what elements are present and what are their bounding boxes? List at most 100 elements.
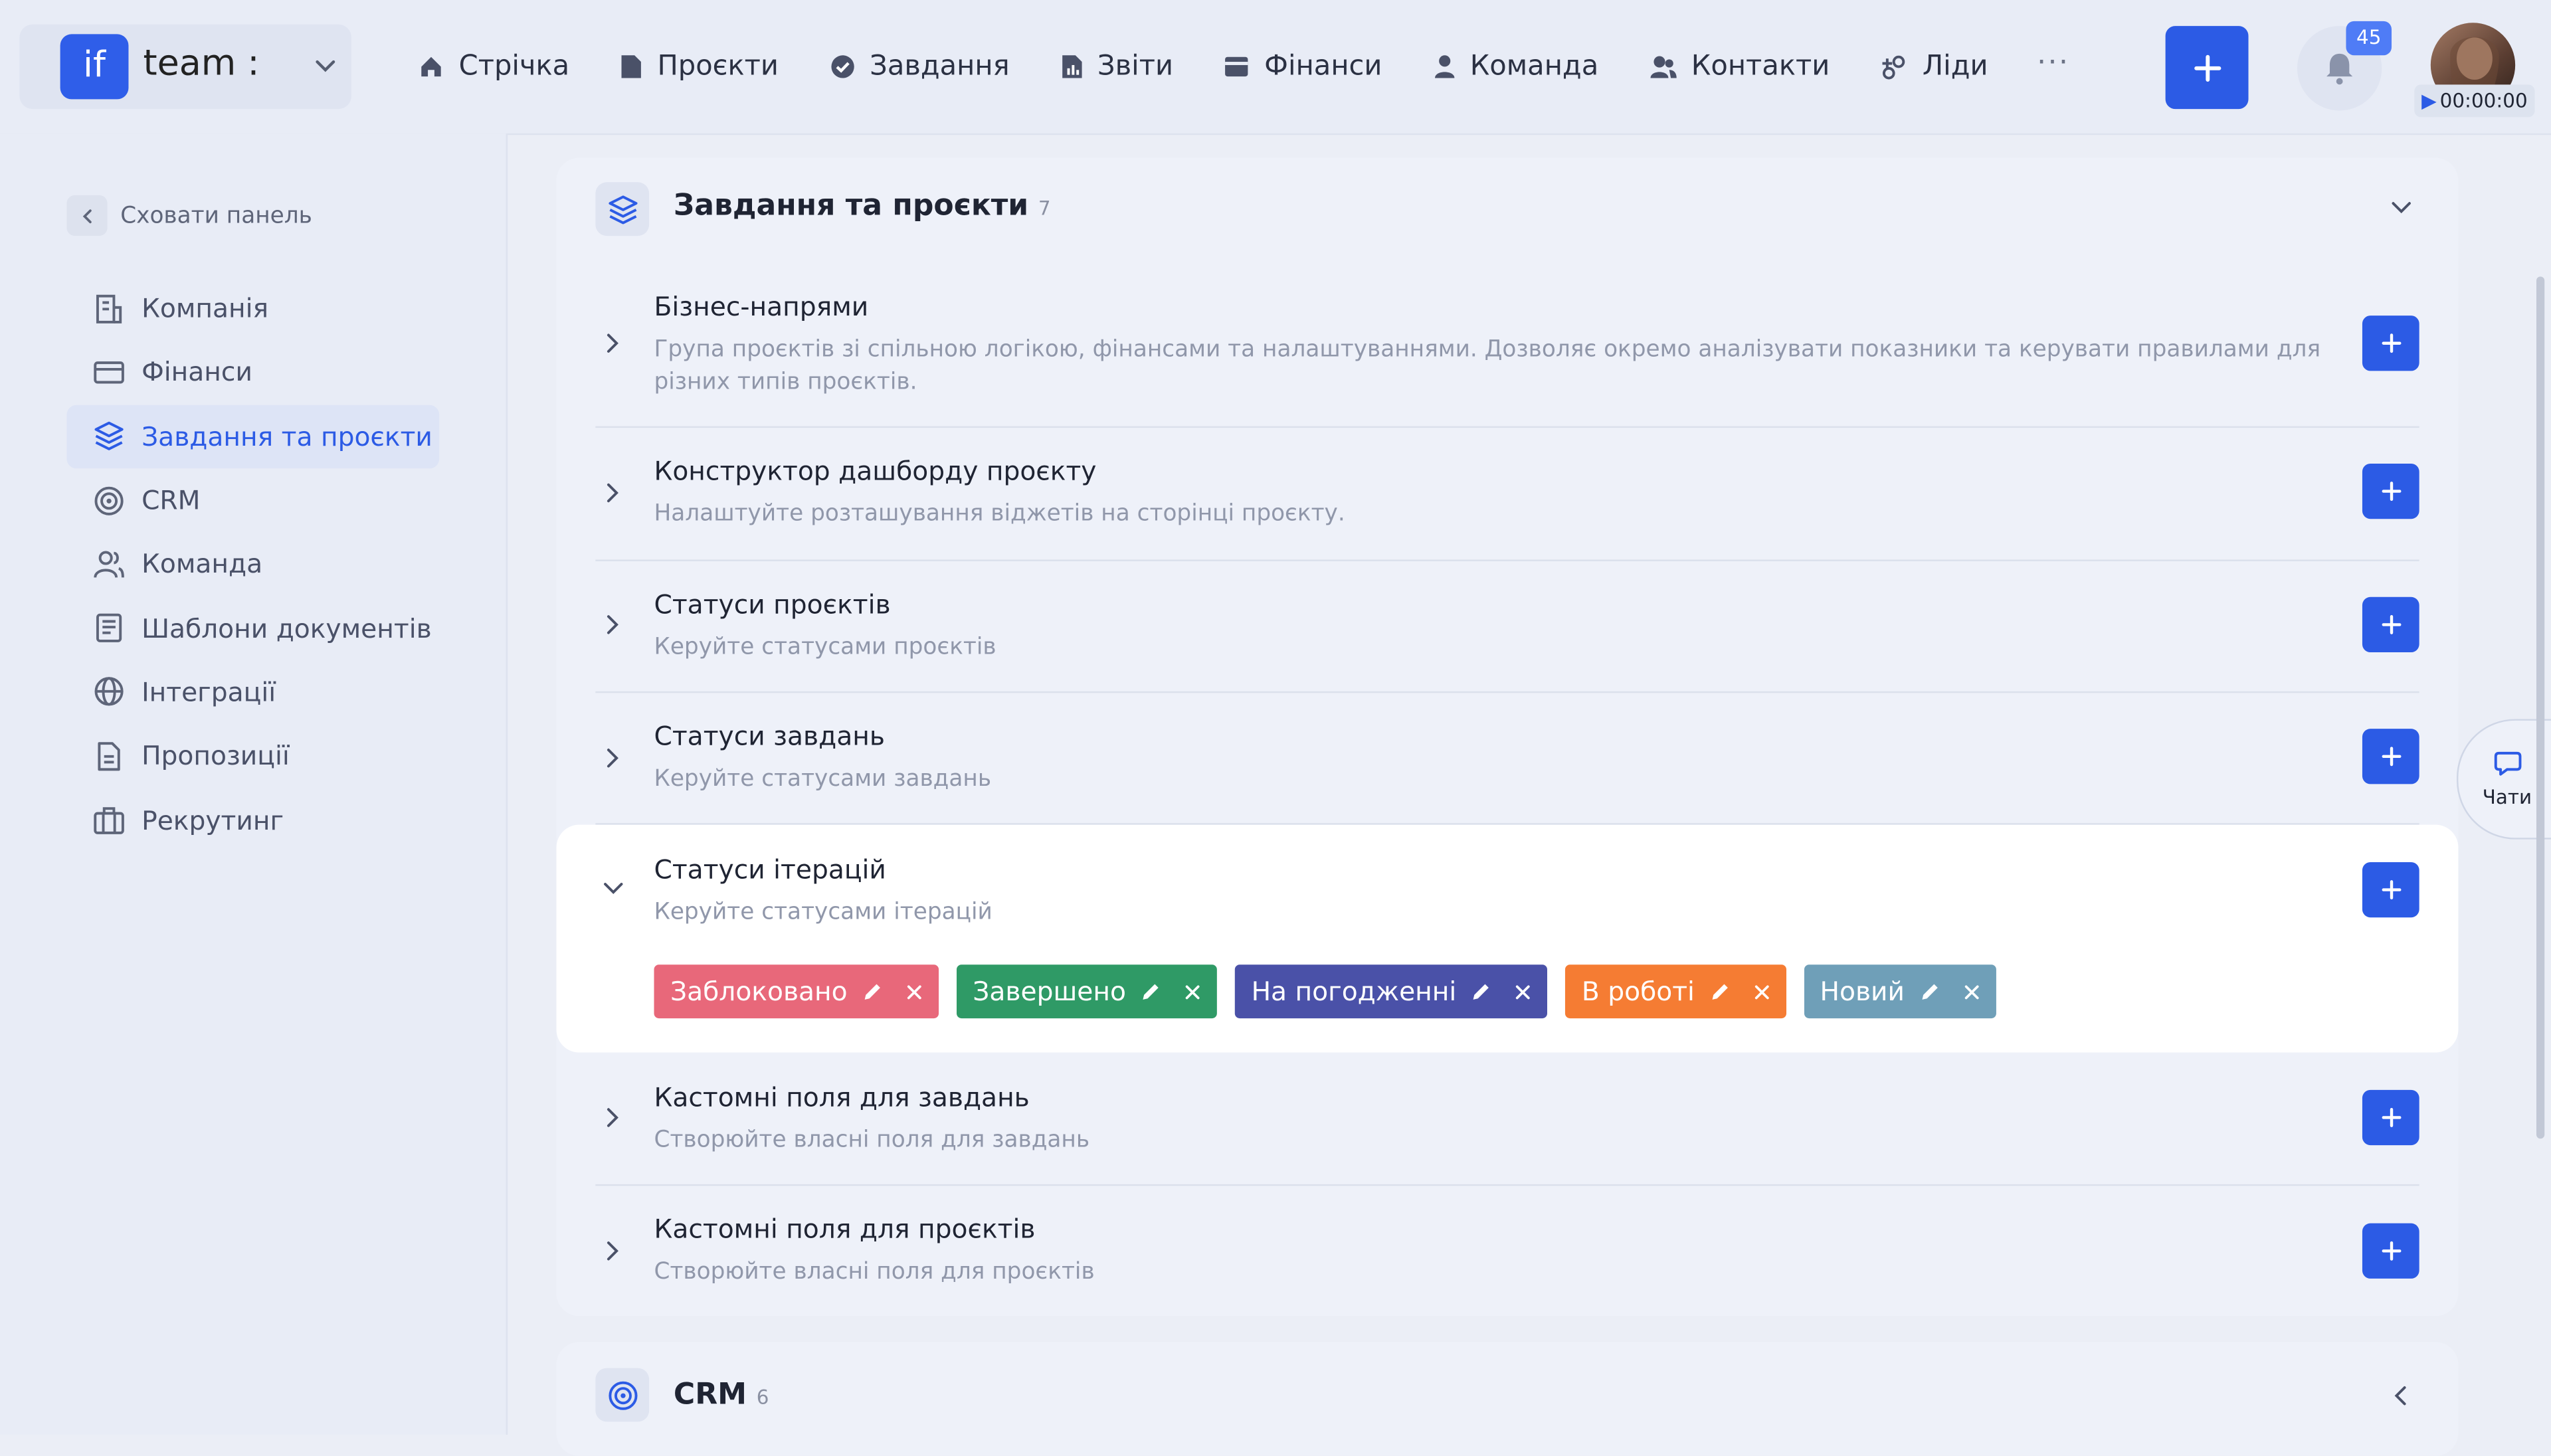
nav-item-label: Команда: [1469, 50, 1599, 83]
sidebar-item-integrations[interactable]: Інтеграції: [66, 660, 439, 724]
section-title: CRM 6: [674, 1378, 769, 1411]
settings-row-dashboard-builder[interactable]: Конструктор дашборду проєкту Налаштуйте …: [595, 428, 2419, 561]
plus-icon: [2381, 1241, 2401, 1261]
status-chip[interactable]: Новий: [1804, 964, 1996, 1019]
settings-row-project-statuses[interactable]: Статуси проєктів Керуйте статусами проєк…: [595, 561, 2419, 693]
sidebar-item-recruiting[interactable]: Рекрутинг: [66, 788, 439, 852]
add-button[interactable]: [2362, 1223, 2419, 1279]
row-description: Керуйте статусами ітерацій: [654, 899, 992, 926]
team-icon: [94, 551, 124, 578]
chevron-down-icon: [604, 883, 623, 895]
status-label: Заблоковано: [670, 976, 848, 1007]
nav-item-tasks[interactable]: Завдання: [814, 39, 1024, 94]
add-button[interactable]: [2362, 463, 2419, 519]
bell-icon: [2326, 53, 2353, 85]
nav-item-projects[interactable]: Проєкти: [605, 39, 793, 94]
status-chip[interactable]: В роботі: [1565, 964, 1786, 1019]
add-button[interactable]: [2362, 729, 2419, 784]
workspace-switcher[interactable]: if team :: [19, 24, 351, 110]
edit-icon[interactable]: [1141, 981, 1162, 1002]
section-title: Завдання та проєкти 7: [674, 189, 1051, 223]
sidebar-item-label: Шаблони документів: [142, 612, 432, 644]
sidebar-item-team[interactable]: Команда: [66, 532, 439, 596]
add-button[interactable]: [2362, 316, 2419, 371]
chevron-right-icon: [607, 1241, 618, 1261]
notifications-badge: 45: [2346, 21, 2392, 56]
time-tracker[interactable]: ▶ 00:00:00: [2414, 84, 2535, 118]
close-icon[interactable]: [906, 983, 922, 999]
edit-icon[interactable]: [1919, 981, 1940, 1002]
nav-item-team[interactable]: Команда: [1418, 39, 1613, 94]
main-scrollbar[interactable]: [2536, 276, 2545, 1139]
chevron-right-icon: [607, 483, 618, 503]
nav-item-label: Звіти: [1097, 50, 1174, 83]
settings-row-iteration-statuses[interactable]: Статуси ітерацій Керуйте статусами ітера…: [595, 825, 2419, 1053]
nav-item-reports[interactable]: Звіти: [1046, 39, 1188, 94]
nav-more-button[interactable]: ···: [2024, 39, 2083, 94]
check-circle-icon: [830, 55, 854, 78]
sidebar-item-finance[interactable]: Фінанси: [66, 341, 439, 405]
nav-item-leads[interactable]: Ліди: [1865, 39, 2002, 94]
nav-item-label: Проєкти: [657, 50, 779, 83]
status-chip[interactable]: Завершено: [956, 964, 1218, 1019]
settings-row-task-statuses[interactable]: Статуси завдань Керуйте статусами завдан…: [595, 693, 2419, 825]
home-icon: [421, 56, 441, 77]
row-description: Керуйте статусами проєктів: [654, 634, 996, 661]
add-button[interactable]: [2362, 862, 2419, 918]
nav-item-feed[interactable]: Стрічка: [403, 39, 584, 94]
section-count: 7: [1038, 197, 1051, 220]
sidebar-item-company[interactable]: Компанія: [66, 276, 439, 340]
status-chip[interactable]: Заблоковано: [654, 964, 939, 1019]
company-icon: [96, 294, 122, 323]
settings-row-task-custom-fields[interactable]: Кастомні поля для завдань Створюйте влас…: [595, 1054, 2419, 1186]
sidebar-item-crm[interactable]: CRM: [66, 468, 439, 532]
sidebar-item-label: Фінанси: [142, 357, 252, 388]
row-title: Бізнес-напрями: [654, 291, 869, 322]
chat-icon: [2494, 751, 2522, 775]
globe-icon: [94, 678, 124, 707]
sidebar-item-tasks-projects[interactable]: Завдання та проєкти: [66, 404, 440, 469]
crm-section: CRM 6: [556, 1342, 2459, 1456]
close-icon[interactable]: [1184, 983, 1200, 999]
edit-icon[interactable]: [1471, 981, 1492, 1002]
chevron-left-icon[interactable]: [2388, 1383, 2414, 1409]
chevron-down-icon[interactable]: [2388, 193, 2414, 219]
chat-label: Чати: [2482, 784, 2532, 808]
section-title-text: CRM: [673, 1378, 747, 1412]
main-nav: Стрічка Проєкти Завдання Звіти Фінанси К…: [403, 39, 2083, 94]
user-icon: [1434, 55, 1454, 78]
settings-row-project-custom-fields[interactable]: Кастомні поля для проєктів Створюйте вла…: [595, 1186, 2419, 1316]
add-button[interactable]: [2362, 1089, 2419, 1146]
plus-icon: [2381, 614, 2401, 634]
nav-item-contacts[interactable]: Контакти: [1634, 39, 1844, 94]
plus-icon: [2381, 880, 2401, 900]
nav-item-finance[interactable]: Фінанси: [1209, 39, 1397, 94]
sidebar-item-doc-templates[interactable]: Шаблони документів: [66, 596, 439, 660]
close-icon[interactable]: [1515, 983, 1531, 999]
close-icon[interactable]: [1963, 983, 1979, 999]
edit-icon[interactable]: [862, 981, 884, 1002]
nav-item-label: Ліди: [1922, 50, 1988, 83]
add-button[interactable]: [2362, 596, 2419, 653]
document-icon: [96, 614, 122, 643]
report-icon: [1062, 55, 1082, 78]
row-title: Кастомні поля для проєктів: [654, 1213, 1036, 1245]
sidebar-item-proposals[interactable]: Пропозиції: [66, 724, 439, 788]
status-label: В роботі: [1581, 976, 1695, 1007]
sidebar-list: Компанія Фінанси Завдання та проєкти CRM…: [66, 276, 440, 852]
row-title: Статуси завдань: [654, 720, 885, 752]
file-icon: [621, 55, 641, 78]
layers-icon: [94, 422, 124, 451]
settings-row-business-directions[interactable]: Бізнес-напрями Група проєктів зі спільно…: [595, 270, 2419, 428]
nav-item-label: Контакти: [1691, 50, 1830, 83]
chevron-down-icon: [316, 60, 335, 72]
status-chip[interactable]: На погодженні: [1235, 964, 1548, 1019]
plus-icon: [2381, 482, 2401, 501]
close-icon[interactable]: [1753, 983, 1769, 999]
hide-panel-button[interactable]: Сховати панель: [66, 195, 312, 236]
nav-item-label: Стрічка: [458, 50, 570, 83]
edit-icon[interactable]: [1709, 981, 1731, 1002]
create-button[interactable]: [2165, 26, 2249, 110]
play-icon: ▶: [2421, 89, 2437, 112]
chevron-right-icon: [607, 333, 618, 353]
